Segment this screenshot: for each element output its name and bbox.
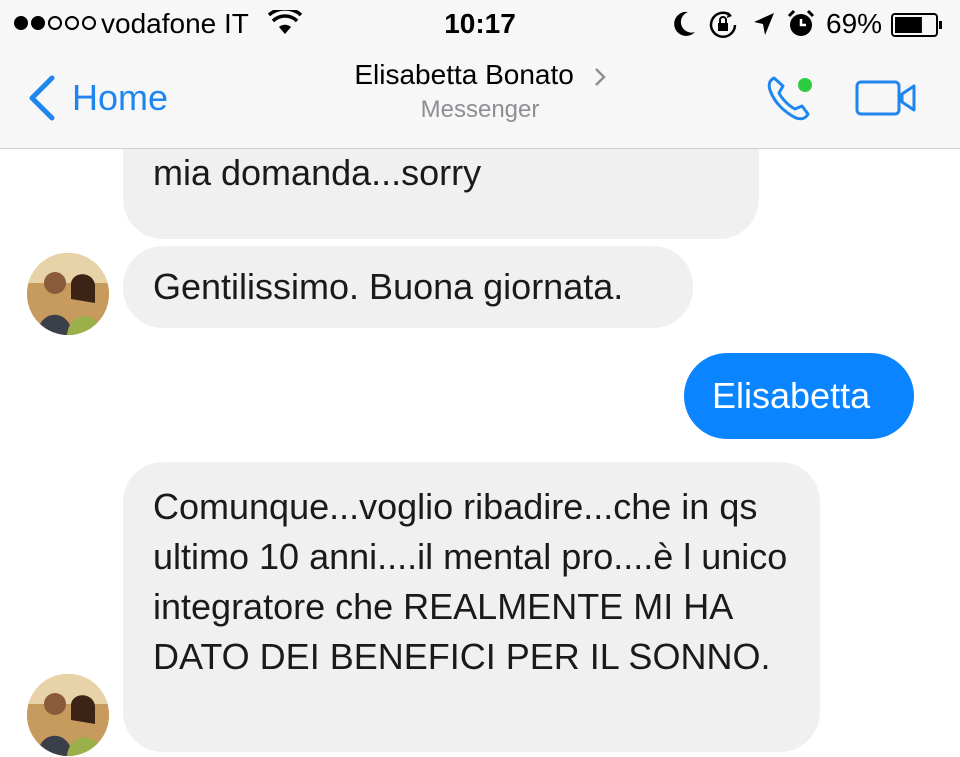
location-arrow-icon [754,13,774,35]
video-call-icon[interactable] [854,78,918,118]
message-text: Comunque...voglio ribadire...che in qs u… [153,486,788,677]
message-thread[interactable]: Aahh ecco mi ha risposto già alla mia do… [0,149,960,757]
contact-name: Elisabetta Bonato [354,59,574,90]
avatar[interactable] [27,674,109,756]
message-bubble-incoming[interactable]: Aahh ecco mi ha risposto già alla mia do… [123,149,759,239]
message-text: Aahh ecco mi ha risposto già alla mia do… [153,152,482,193]
message-bubble-incoming[interactable]: Gentilissimo. Buona giornata. [123,246,693,328]
alarm-icon [787,9,815,36]
moon-icon [674,11,695,36]
message-bubble-outgoing[interactable]: Elisabetta [684,353,914,439]
chevron-right-icon [594,67,606,86]
avatar[interactable] [27,253,109,335]
message-text: Gentilissimo. Buona giornata. [153,266,624,307]
message-bubble-incoming[interactable]: Comunque...voglio ribadire...che in qs u… [123,462,820,752]
clock-time: 10:17 [444,8,516,39]
rotation-lock-icon [709,11,737,38]
navigation-bar: Home Elisabetta Bonato Messenger [0,48,960,149]
battery-percent: 69% [826,8,883,39]
battery-icon [891,13,942,37]
message-text: Elisabetta [712,375,871,416]
status-bar: vodafone IT 10:17 69% [0,0,960,48]
phone-call-icon[interactable] [764,74,818,124]
